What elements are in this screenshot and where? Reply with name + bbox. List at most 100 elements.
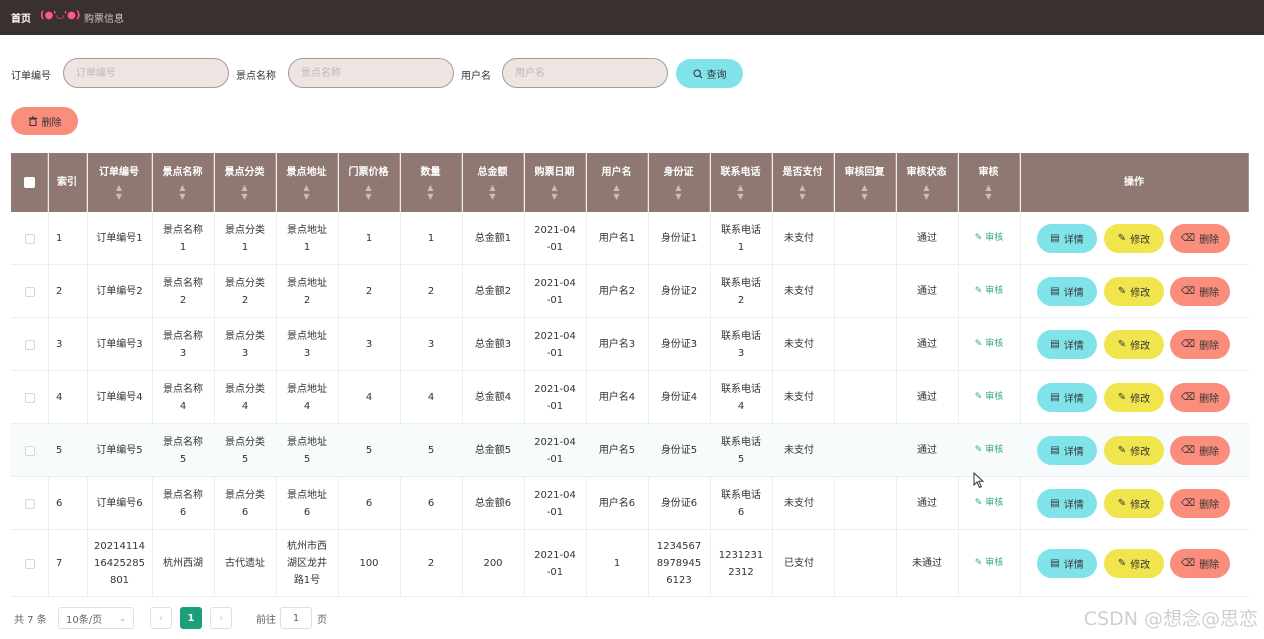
table-cell: 未支付 bbox=[784, 392, 814, 403]
edit-button[interactable]: ✎ 修改 bbox=[1104, 383, 1164, 412]
sort-icon[interactable]: ▲ ▼ bbox=[303, 183, 309, 201]
select-all-checkbox[interactable] bbox=[23, 177, 35, 188]
sort-icon[interactable]: ▲ ▼ bbox=[179, 183, 185, 201]
row-checkbox[interactable] bbox=[24, 286, 35, 297]
delete-button[interactable]: ⌫ 删除 bbox=[1170, 277, 1230, 306]
sort-icon[interactable]: ▲ ▼ bbox=[365, 183, 371, 201]
page-size-select[interactable]: 10条/页 ⌄ bbox=[58, 607, 134, 629]
row-select-cell[interactable] bbox=[11, 318, 48, 371]
audit-link[interactable]: ✎ 审核 bbox=[958, 318, 1020, 371]
sort-icon[interactable]: ▲ ▼ bbox=[861, 183, 867, 201]
row-checkbox[interactable] bbox=[24, 498, 35, 509]
column-header[interactable]: 购票日期 ▲ ▼ bbox=[524, 153, 586, 212]
detail-button[interactable]: ▤ 详情 bbox=[1037, 383, 1097, 412]
row-select-cell[interactable] bbox=[11, 212, 48, 265]
column-header[interactable]: 景点分类 ▲ ▼ bbox=[214, 153, 276, 212]
column-header-label: 审核回复 bbox=[844, 167, 885, 178]
delete-button-label: 删除 bbox=[1199, 560, 1220, 571]
sort-icon[interactable]: ▲ ▼ bbox=[613, 183, 619, 201]
column-header[interactable]: 审核状态 ▲ ▼ bbox=[896, 153, 958, 212]
column-header[interactable]: 联系电话 ▲ ▼ bbox=[710, 153, 772, 212]
column-header[interactable]: 审核回复 ▲ ▼ bbox=[834, 153, 896, 212]
column-header-label: 是否支付 bbox=[782, 167, 823, 178]
sort-icon[interactable]: ▲ ▼ bbox=[427, 183, 433, 201]
table-cell: 2021-04 -01 bbox=[534, 383, 576, 412]
row-select-cell[interactable] bbox=[11, 265, 48, 318]
edit-button[interactable]: ✎ 修改 bbox=[1104, 277, 1164, 306]
delete-button[interactable]: ⌫ 删除 bbox=[1170, 330, 1230, 359]
table-cell: 4 bbox=[365, 392, 373, 403]
delete-button[interactable]: ⌫ 删除 bbox=[1170, 436, 1230, 465]
audit-link[interactable]: ✎ 审核 bbox=[958, 530, 1020, 597]
detail-button[interactable]: ▤ 详情 bbox=[1037, 549, 1097, 578]
table-cell: 景点分类 5 bbox=[225, 436, 265, 465]
spot-name-input[interactable] bbox=[288, 58, 454, 88]
column-header[interactable]: 订单编号 ▲ ▼ bbox=[87, 153, 152, 212]
row-select-cell[interactable] bbox=[11, 530, 48, 597]
column-header[interactable]: 审核 ▲ ▼ bbox=[958, 153, 1020, 212]
column-header[interactable]: 景点地址 ▲ ▼ bbox=[276, 153, 338, 212]
detail-button[interactable]: ▤ 详情 bbox=[1037, 277, 1097, 306]
row-checkbox[interactable] bbox=[24, 558, 35, 569]
row-checkbox[interactable] bbox=[24, 445, 35, 456]
page-number-button[interactable]: 1 bbox=[180, 607, 202, 629]
header-select-all[interactable] bbox=[11, 153, 48, 212]
next-page-button[interactable]: › bbox=[210, 607, 232, 629]
edit-button[interactable]: ✎ 修改 bbox=[1104, 330, 1164, 359]
edit-button[interactable]: ✎ 修改 bbox=[1104, 436, 1164, 465]
trash-icon: ⌫ bbox=[1180, 286, 1196, 297]
row-checkbox[interactable] bbox=[24, 339, 35, 350]
table-cell: 用户名1 bbox=[598, 233, 636, 244]
audit-link[interactable]: ✎ 审核 bbox=[958, 212, 1020, 265]
detail-button[interactable]: ▤ 详情 bbox=[1037, 489, 1097, 518]
column-header[interactable]: 用户名 ▲ ▼ bbox=[586, 153, 648, 212]
delete-button[interactable]: ⌫ 删除 bbox=[1170, 224, 1230, 253]
sort-icon[interactable]: ▲ ▼ bbox=[116, 183, 122, 201]
detail-button[interactable]: ▤ 详情 bbox=[1037, 436, 1097, 465]
edit-button[interactable]: ✎ 修改 bbox=[1104, 224, 1164, 253]
row-select-cell[interactable] bbox=[11, 424, 48, 477]
breadcrumb-home[interactable]: 首页 bbox=[11, 10, 31, 25]
table-cell: 3 bbox=[365, 339, 373, 350]
row-checkbox[interactable] bbox=[24, 233, 35, 244]
audit-link[interactable]: ✎ 审核 bbox=[958, 265, 1020, 318]
delete-button[interactable]: ⌫ 删除 bbox=[1170, 383, 1230, 412]
column-header[interactable]: 景点名称 ▲ ▼ bbox=[152, 153, 214, 212]
column-header[interactable]: 门票价格 ▲ ▼ bbox=[338, 153, 400, 212]
goto-page-input[interactable]: 1 bbox=[280, 607, 312, 629]
detail-button[interactable]: ▤ 详情 bbox=[1037, 224, 1097, 253]
column-header-label: 用户名 bbox=[601, 167, 632, 178]
sort-icon[interactable]: ▲ ▼ bbox=[799, 183, 805, 201]
table-cell: 古代遗址 bbox=[225, 558, 265, 569]
audit-link[interactable]: ✎ 审核 bbox=[958, 371, 1020, 424]
sort-icon[interactable]: ▲ ▼ bbox=[489, 183, 495, 201]
sort-icon[interactable]: ▲ ▼ bbox=[985, 183, 991, 201]
audit-link[interactable]: ✎ 审核 bbox=[958, 477, 1020, 530]
column-header[interactable]: 是否支付 ▲ ▼ bbox=[772, 153, 834, 212]
detail-button[interactable]: ▤ 详情 bbox=[1037, 330, 1097, 359]
sort-icon[interactable]: ▲ ▼ bbox=[737, 183, 743, 201]
column-header[interactable]: 数量 ▲ ▼ bbox=[400, 153, 462, 212]
table-cell: 订单编号6 bbox=[96, 498, 143, 509]
column-header-label: 购票日期 bbox=[534, 167, 575, 178]
table-cell: 6 bbox=[56, 498, 63, 509]
query-button[interactable]: 查询 bbox=[676, 59, 743, 88]
order-no-input[interactable] bbox=[63, 58, 229, 88]
column-header[interactable]: 身份证 ▲ ▼ bbox=[648, 153, 710, 212]
sort-icon[interactable]: ▲ ▼ bbox=[675, 183, 681, 201]
username-input[interactable] bbox=[502, 58, 668, 88]
sort-icon[interactable]: ▲ ▼ bbox=[923, 183, 929, 201]
sort-icon[interactable]: ▲ ▼ bbox=[551, 183, 557, 201]
row-checkbox[interactable] bbox=[24, 392, 35, 403]
audit-link[interactable]: ✎ 审核 bbox=[958, 424, 1020, 477]
prev-page-button[interactable]: ‹ bbox=[150, 607, 172, 629]
delete-button[interactable]: ⌫ 删除 bbox=[1170, 489, 1230, 518]
delete-button[interactable]: ⌫ 删除 bbox=[1170, 549, 1230, 578]
edit-button[interactable]: ✎ 修改 bbox=[1104, 489, 1164, 518]
row-select-cell[interactable] bbox=[11, 477, 48, 530]
edit-button[interactable]: ✎ 修改 bbox=[1104, 549, 1164, 578]
batch-delete-button[interactable]: 删除 bbox=[11, 107, 78, 135]
column-header[interactable]: 总金额 ▲ ▼ bbox=[462, 153, 524, 212]
sort-icon[interactable]: ▲ ▼ bbox=[241, 183, 247, 201]
row-select-cell[interactable] bbox=[11, 371, 48, 424]
